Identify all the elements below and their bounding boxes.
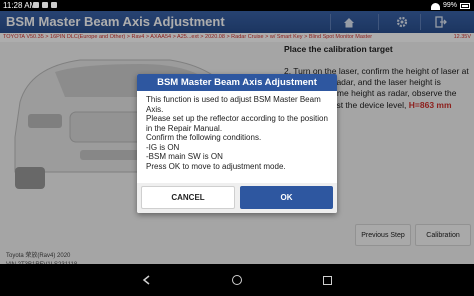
clock: 11:28 AM	[3, 1, 37, 10]
dialog-line: -IG is ON	[146, 142, 180, 152]
status-bar: 11:28 AM 99%	[0, 0, 474, 11]
home-circle-icon	[232, 275, 242, 285]
system-nav-bar	[0, 264, 474, 296]
dialog-line: Press OK to move to adjustment mode.	[146, 161, 286, 171]
dialog-button-bar: CANCEL OK	[137, 183, 337, 213]
back-icon	[142, 275, 150, 285]
notification-icons	[33, 2, 57, 8]
dialog-line: This function is used to adjust BSM Mast…	[146, 95, 321, 114]
dialog-line: Please set up the reflector according to…	[146, 114, 328, 133]
recent-apps-icon	[322, 275, 332, 285]
battery-icon	[460, 3, 470, 9]
notification-icon	[51, 2, 57, 8]
back-button[interactable]	[140, 274, 154, 286]
cancel-button[interactable]: CANCEL	[141, 186, 235, 209]
confirmation-dialog: BSM Master Beam Axis Adjustment This fun…	[137, 74, 337, 213]
wifi-icon	[430, 2, 440, 10]
notification-icon	[33, 2, 39, 8]
battery-level: 99%	[442, 2, 457, 9]
ok-button[interactable]: OK	[240, 186, 333, 209]
home-nav-button[interactable]	[230, 274, 244, 286]
dialog-title: BSM Master Beam Axis Adjustment	[137, 74, 337, 91]
recent-apps-button[interactable]	[320, 274, 334, 286]
dialog-message: This function is used to adjust BSM Mast…	[137, 91, 337, 175]
dialog-line: Confirm the following conditions.	[146, 133, 262, 142]
notification-icon	[42, 2, 48, 8]
dialog-line: -BSM main SW is ON	[146, 152, 223, 161]
